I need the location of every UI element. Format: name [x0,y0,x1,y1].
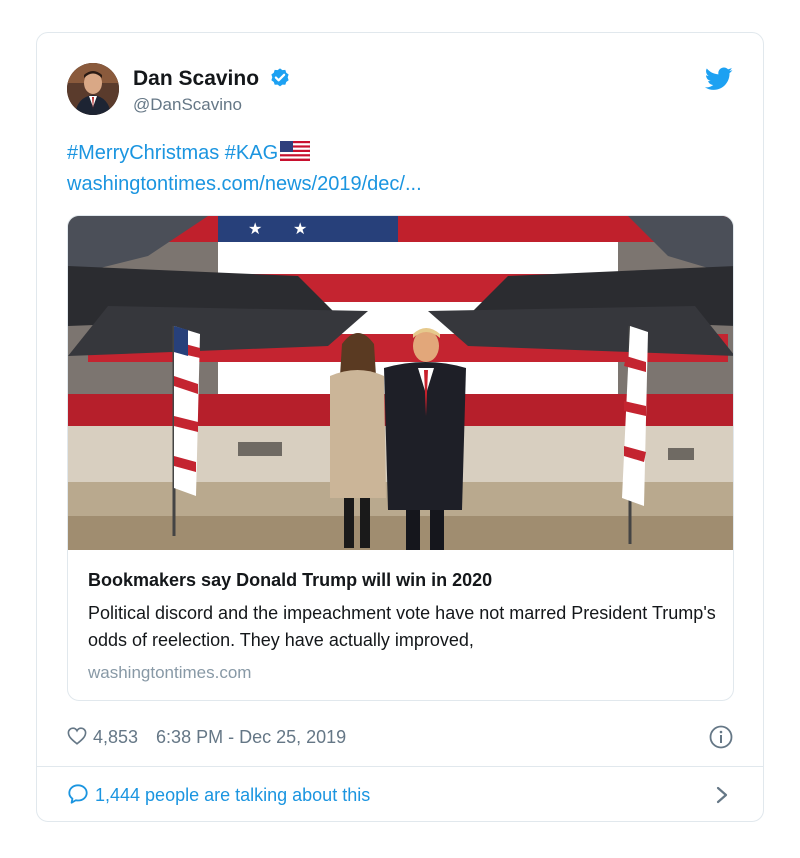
card-domain[interactable]: washingtontimes.com [88,663,251,683]
card-title[interactable]: Bookmakers say Donald Trump will win in … [88,570,492,591]
author-name-text[interactable]: Dan Scavino [133,67,259,90]
avatar-photo-icon [67,63,119,115]
svg-text:★: ★ [293,219,307,238]
tweet-link[interactable]: washingtontimes.com/news/2019/dec/... [67,173,422,196]
like-count[interactable]: 4,853 [93,727,138,747]
chevron-right-icon[interactable] [715,785,729,805]
author-name[interactable]: Dan Scavino [133,67,291,91]
news-photo-image-icon[interactable]: ★ ★ [68,216,734,550]
twitter-bird-icon[interactable] [705,67,733,91]
link-preview-card[interactable]: ★ ★ Bookmakers say Donald Trump will win… [67,215,734,701]
author-handle[interactable]: @DanScavino [133,95,242,115]
svg-text:★: ★ [248,219,262,238]
us-flag-emoji-icon [280,141,311,161]
talking-count-text[interactable]: 1,444 people are talking about this [95,785,370,805]
verified-badge-icon [271,68,289,87]
tweet-card: Dan Scavino @DanScavino #MerryChristmas … [36,32,764,822]
hashtags-text[interactable]: #MerryChristmas #KAG [67,142,278,164]
conversation-link[interactable]: 1,444 people are talking about this [67,783,370,806]
author-avatar[interactable] [67,63,119,115]
footer-divider [37,766,763,767]
card-description: Political discord and the impeachment vo… [88,603,716,650]
tweet-timestamp[interactable]: 6:38 PM - Dec 25, 2019 [156,727,346,747]
heart-icon[interactable] [67,727,87,745]
info-icon[interactable] [709,725,733,749]
speech-bubble-icon [68,784,88,804]
tweet-hashtags[interactable]: #MerryChristmas #KAG [67,141,311,165]
tweet-meta: 4,853 6:38 PM - Dec 25, 2019 [67,727,346,748]
